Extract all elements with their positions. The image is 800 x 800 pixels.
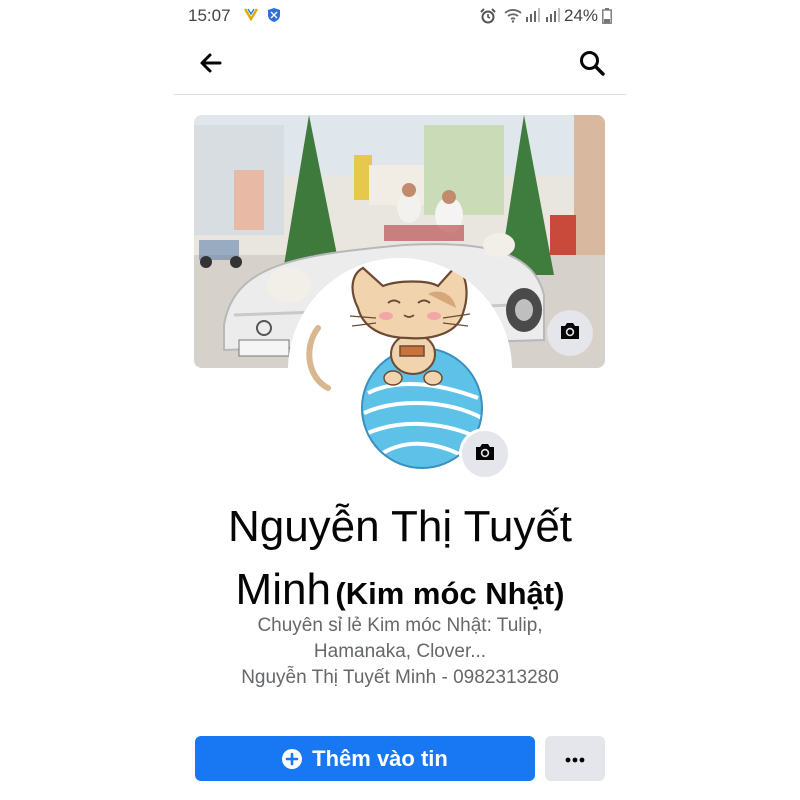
profile-bio: Chuyên sỉ lẻ Kim móc Nhật: Tulip, Hamana… [214, 613, 586, 691]
plus-circle-icon [282, 748, 303, 769]
add-to-story-label: Thêm vào tin [312, 745, 448, 771]
bio-line: Nguyễn Thị Tuyết Minh - 0982313280 [241, 667, 559, 688]
signal-icon [544, 7, 560, 23]
wifi-icon [504, 7, 522, 23]
bio-line: Hamanaka, Clover... [313, 641, 487, 662]
camera-icon [474, 442, 496, 467]
bio-line: Chuyên sỉ lẻ Kim móc Nhật: Tulip, [257, 615, 543, 636]
arrow-left-icon[interactable] [198, 50, 224, 76]
profile-screen: 15:07 24% Nguyễn Thị Tuyết Minh (Kim móc… [174, 0, 626, 800]
shield-icon [268, 8, 280, 22]
status-bar: 15:07 24% [174, 0, 626, 32]
camera-icon [559, 321, 581, 346]
signal-icon [524, 7, 540, 23]
search-icon[interactable] [578, 49, 606, 77]
profile-alternate-name: (Kim móc Nhật) [335, 576, 565, 611]
more-options-button[interactable] [545, 736, 605, 781]
battery-percentage: 24% [564, 6, 599, 25]
v-app-icon [243, 7, 259, 24]
top-nav-bar [174, 32, 626, 95]
more-horizontal-icon [565, 750, 585, 768]
status-time: 15:07 [188, 6, 231, 25]
battery-icon [602, 8, 612, 24]
add-to-story-button[interactable]: Thêm vào tin [195, 736, 535, 781]
profile-name: Nguyễn Thị Tuyết Minh (Kim móc Nhật) [184, 500, 616, 626]
edit-cover-button[interactable] [548, 311, 592, 355]
edit-avatar-button[interactable] [459, 428, 511, 480]
alarm-icon [480, 8, 496, 24]
